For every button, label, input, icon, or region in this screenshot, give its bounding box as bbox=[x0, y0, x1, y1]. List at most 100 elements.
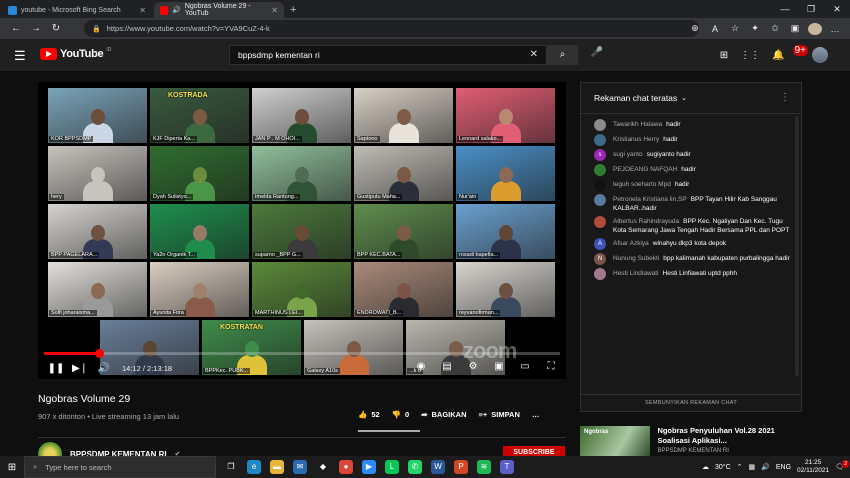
participant-tile: Ya2n Organik T... bbox=[150, 204, 249, 259]
profile-avatar[interactable] bbox=[808, 22, 822, 35]
read-aloud-icon[interactable]: A bbox=[708, 24, 722, 34]
back-icon[interactable]: ← bbox=[6, 23, 26, 34]
video-player[interactable]: KOR BPPSDMP KOSTRADA KJF Diperta Ka... JAN … bbox=[38, 82, 566, 379]
spotify-icon[interactable]: ≋ bbox=[477, 460, 491, 474]
youtube-logo[interactable]: YouTube ID bbox=[40, 47, 111, 60]
chat-author-avatar[interactable]: N bbox=[594, 253, 606, 265]
chat-author-name[interactable]: Petronela Kristiana lin,SP bbox=[613, 196, 687, 203]
collections-icon[interactable]: ▣ bbox=[788, 23, 802, 34]
file-explorer-icon[interactable]: ▬ bbox=[270, 460, 284, 474]
recommended-video[interactable]: Ngobras Ngobras Penyuluhan Vol.28 2021 S… bbox=[580, 426, 802, 456]
network-icon[interactable]: ▦ bbox=[749, 463, 756, 471]
pause-icon[interactable]: ❚❚ bbox=[44, 363, 68, 374]
chrome-icon[interactable]: ● bbox=[339, 460, 353, 474]
clock[interactable]: 21:25 02/11/2021 bbox=[797, 459, 829, 475]
powerpoint-icon[interactable]: P bbox=[454, 460, 468, 474]
word-icon[interactable]: W bbox=[431, 460, 445, 474]
mail-icon[interactable]: ✉ bbox=[293, 460, 307, 474]
speaker-icon[interactable]: 🔊 bbox=[761, 463, 770, 471]
recommended-title[interactable]: Ngobras Penyuluhan Vol.28 2021 Soalisasi… bbox=[657, 426, 802, 446]
chat-scrollbar[interactable] bbox=[795, 116, 799, 376]
forward-icon[interactable]: → bbox=[26, 23, 46, 34]
reload-icon[interactable]: ↻ bbox=[46, 23, 66, 34]
chat-author-avatar[interactable]: s bbox=[594, 149, 606, 161]
clear-search-icon[interactable]: ✕ bbox=[530, 49, 538, 60]
chat-author-avatar[interactable] bbox=[594, 179, 606, 191]
whatsapp-icon[interactable]: ✆ bbox=[408, 460, 422, 474]
new-tab-button[interactable]: + bbox=[284, 2, 302, 18]
audio-icon[interactable]: 🔊 bbox=[172, 6, 181, 14]
chat-author-avatar[interactable] bbox=[594, 268, 606, 280]
maximize-icon[interactable]: ❐ bbox=[798, 0, 824, 18]
taskbar-search-box[interactable]: ⌕ Type here to search bbox=[24, 456, 216, 478]
fullscreen-icon[interactable]: ⛶ bbox=[542, 361, 560, 372]
dropbox-icon[interactable]: ◆ bbox=[316, 460, 330, 474]
line-icon[interactable]: L bbox=[385, 460, 399, 474]
chat-author-name[interactable]: Afsar Azkiya bbox=[613, 240, 649, 247]
chat-author-name[interactable]: Tawarikh Halawa bbox=[613, 121, 662, 128]
notifications-icon[interactable]: 🔔 9+ bbox=[772, 44, 808, 61]
save-button[interactable]: ≡+ SIMPAN bbox=[479, 410, 520, 419]
tab-bing[interactable]: youtube - Microsoft Bing Search ✕ bbox=[2, 2, 152, 18]
chat-author-avatar[interactable] bbox=[594, 134, 606, 146]
language-indicator[interactable]: ENG bbox=[776, 464, 791, 471]
edge-icon[interactable]: e bbox=[247, 460, 261, 474]
chevron-down-icon[interactable]: ⌄ bbox=[681, 94, 687, 102]
close-tab-icon[interactable]: ✕ bbox=[271, 6, 278, 15]
extensions-icon[interactable]: ✦ bbox=[748, 23, 762, 34]
more-actions-icon[interactable]: … bbox=[532, 410, 540, 419]
weather-temp[interactable]: 30°C bbox=[715, 464, 731, 471]
apps-icon[interactable]: ⋮⋮ bbox=[740, 50, 760, 61]
zoom-icon[interactable]: ▶ bbox=[362, 460, 376, 474]
volume-icon[interactable]: 🔊 bbox=[92, 363, 116, 374]
teams-icon[interactable]: T bbox=[500, 460, 514, 474]
minimize-icon[interactable]: — bbox=[772, 0, 798, 18]
like-button[interactable]: 👍 52 bbox=[358, 410, 380, 419]
chat-author-name[interactable]: sugi yanto bbox=[613, 151, 643, 158]
subtitles-icon[interactable]: ▤ bbox=[438, 361, 456, 372]
chat-author-name[interactable]: Hesti Lindiawati bbox=[613, 270, 659, 277]
chat-header[interactable]: Rekaman chat teratas ⌄ ⋮ bbox=[581, 83, 801, 114]
chat-author-name[interactable]: PEJOEANG NAFQAH bbox=[613, 166, 677, 173]
theater-mode-icon[interactable]: ▭ bbox=[516, 361, 534, 372]
weather-icon[interactable]: ☁ bbox=[702, 463, 709, 471]
lock-icon[interactable]: 🔒 bbox=[92, 25, 101, 33]
next-icon[interactable]: ▶❘ bbox=[68, 363, 92, 374]
notification-center-icon[interactable]: 🗨 2 bbox=[835, 460, 849, 471]
chat-author-avatar[interactable] bbox=[594, 119, 606, 131]
tab-youtube[interactable]: 🔊 Ngobras Volume 29 - YouTub ✕ bbox=[154, 2, 284, 18]
progress-bar[interactable] bbox=[44, 349, 560, 358]
chat-author-avatar[interactable] bbox=[594, 194, 606, 206]
chat-author-name[interactable]: Kristianus Herry bbox=[613, 136, 659, 143]
chat-author-name[interactable]: teguh soeharto Mpd bbox=[613, 181, 671, 188]
account-avatar[interactable] bbox=[812, 47, 828, 63]
install-app-icon[interactable]: ⊕ bbox=[688, 23, 702, 34]
favorites-bar-icon[interactable]: ✩ bbox=[768, 23, 782, 34]
close-tab-icon[interactable]: ✕ bbox=[139, 6, 146, 15]
menu-icon[interactable]: ☰ bbox=[14, 48, 26, 64]
chat-author-avatar[interactable]: A bbox=[594, 238, 606, 250]
favorite-icon[interactable]: ☆ bbox=[728, 23, 742, 34]
chat-author-name[interactable]: Albertus Rahindrayuda bbox=[613, 218, 679, 225]
recommended-thumbnail[interactable]: Ngobras bbox=[580, 426, 651, 456]
autoplay-toggle[interactable]: ◉ bbox=[412, 361, 430, 372]
task-view-icon[interactable]: ❐ bbox=[224, 460, 238, 474]
create-video-icon[interactable]: ⊞ bbox=[720, 50, 728, 61]
settings-icon[interactable]: ⚙ bbox=[464, 361, 482, 372]
voice-search-icon[interactable]: 🎤 bbox=[589, 47, 605, 63]
chat-author-avatar[interactable] bbox=[594, 216, 606, 228]
hide-chat-button[interactable]: SEMBUNYIKAN REKAMAN CHAT bbox=[581, 394, 801, 411]
address-bar[interactable]: 🔒 https://www.youtube.com/watch?v=YVA9Cu… bbox=[84, 20, 699, 37]
settings-more-icon[interactable]: … bbox=[828, 24, 842, 34]
share-button[interactable]: ➦ BAGIKAN bbox=[421, 410, 466, 419]
chat-more-icon[interactable]: ⋮ bbox=[780, 92, 790, 103]
dislike-button[interactable]: 👎 0 bbox=[392, 410, 410, 419]
close-window-icon[interactable]: ✕ bbox=[824, 0, 850, 18]
chat-author-avatar[interactable] bbox=[594, 164, 606, 176]
windows-start-icon[interactable]: ⊞ bbox=[0, 462, 24, 473]
show-hidden-icons[interactable]: ⌃ bbox=[737, 463, 743, 471]
search-button[interactable]: ⌕ bbox=[547, 45, 578, 65]
search-input[interactable]: bppsdmp kementan ri ✕ bbox=[229, 45, 547, 65]
chat-author-name[interactable]: Nunung Subekti bbox=[613, 255, 659, 262]
miniplayer-icon[interactable]: ▣ bbox=[490, 361, 508, 372]
